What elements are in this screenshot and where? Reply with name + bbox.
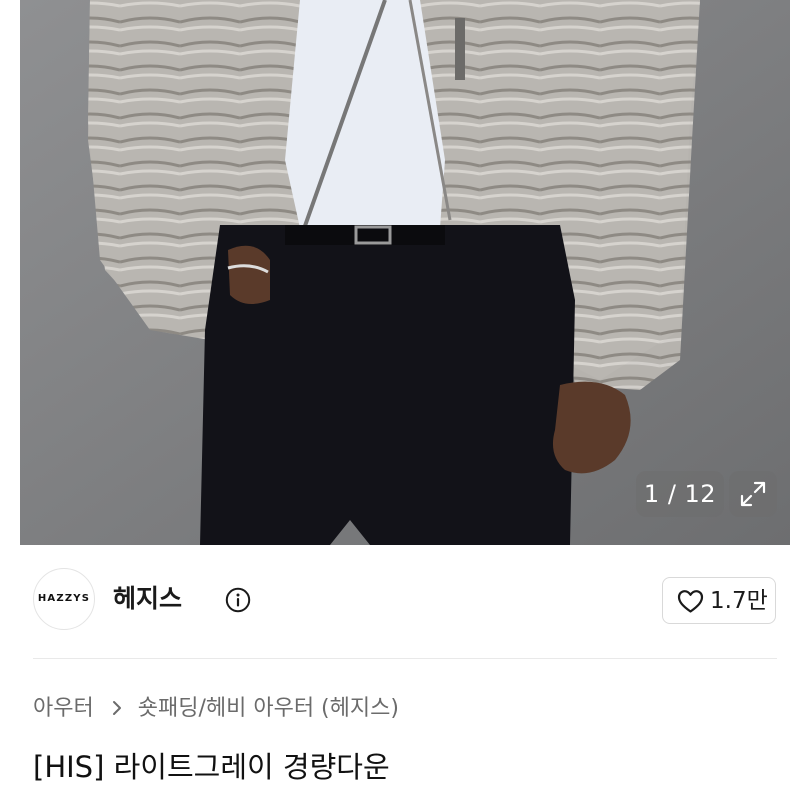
product-photo-illustration <box>20 0 790 545</box>
like-count: 1.7만 <box>710 588 768 614</box>
product-image[interactable]: 1 / 12 <box>0 0 809 545</box>
like-button[interactable]: 1.7만 <box>662 577 776 624</box>
brand-name[interactable]: 헤지스 <box>113 582 182 616</box>
breadcrumb-item-category[interactable]: 숏패딩/헤비 아우터 (헤지스) <box>138 692 399 726</box>
info-circle-icon[interactable] <box>225 587 251 613</box>
image-counter: 1 / 12 <box>636 471 724 517</box>
breadcrumb: 아우터 숏패딩/헤비 아우터 (헤지스) <box>33 692 399 726</box>
heart-outline-icon <box>677 590 704 613</box>
brand-row: HAZZYS 헤지스 1.7만 <box>33 568 777 632</box>
product-title: [HIS] 라이트그레이 경량다운 <box>33 750 390 784</box>
expand-arrows-icon <box>740 481 766 507</box>
product-detail-page: 1 / 12 HAZZYS 헤지스 1.7만 아우터 숏패딩/헤비 아우터 (헤… <box>0 0 809 809</box>
breadcrumb-item-outer[interactable]: 아우터 <box>33 692 94 726</box>
brand-logo[interactable]: HAZZYS <box>33 568 95 630</box>
section-divider <box>33 658 777 659</box>
chevron-right-icon <box>111 692 123 726</box>
fullscreen-button[interactable] <box>729 471 777 517</box>
